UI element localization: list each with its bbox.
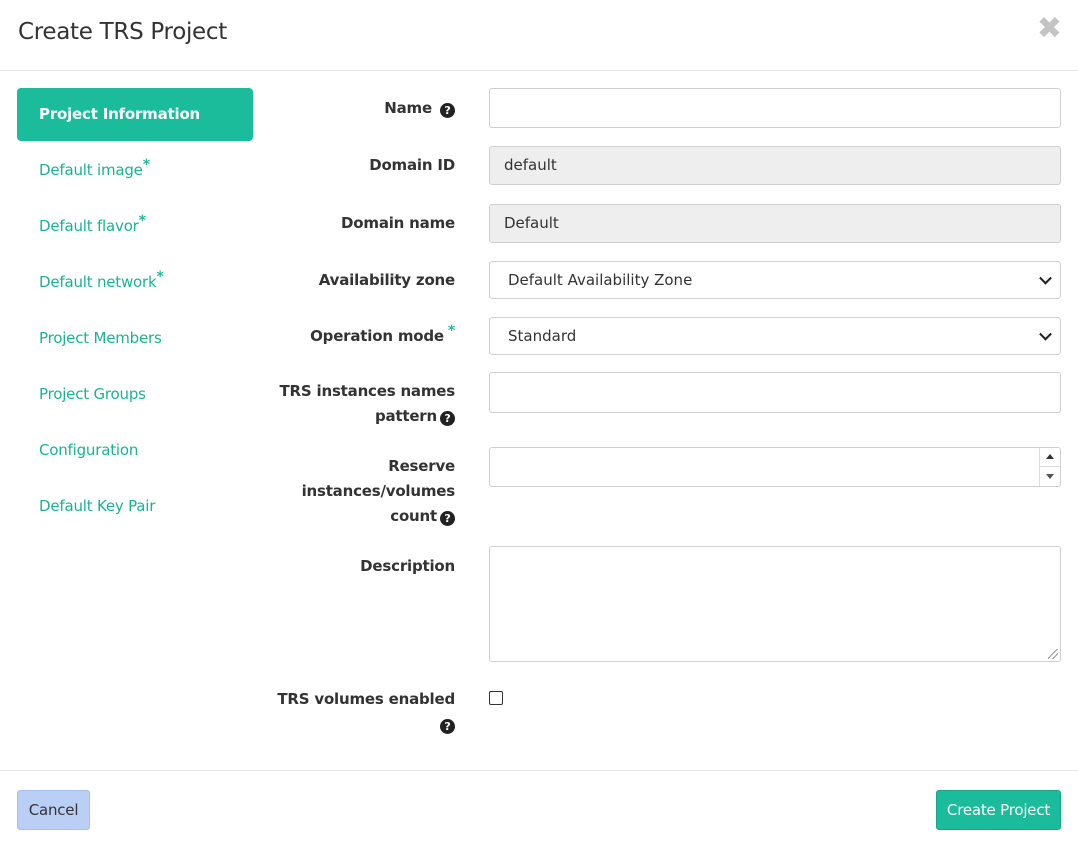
- sidebar-item-label: Default network: [39, 273, 157, 291]
- dialog-footer: Cancel Create Project: [0, 770, 1078, 846]
- volumes-enabled-checkbox[interactable]: [489, 691, 503, 705]
- sidebar-item-label: Project Members: [39, 329, 162, 347]
- dialog-title: Create TRS Project: [18, 19, 227, 45]
- sidebar-item-project-groups[interactable]: Project Groups: [17, 368, 253, 421]
- sidebar-item-default-flavor[interactable]: Default flavor*: [17, 200, 253, 253]
- operation-mode-label: Operation mode *: [255, 324, 455, 349]
- help-icon[interactable]: ?: [440, 719, 455, 734]
- required-marker: *: [142, 157, 150, 173]
- help-icon[interactable]: ?: [440, 411, 455, 426]
- description-label: Description: [360, 557, 455, 575]
- reserve-count-label-line3-wrap: count?: [255, 504, 455, 529]
- operation-mode-row: Operation mode * Standard: [270, 317, 1061, 355]
- domain-id-field: default: [489, 146, 1061, 185]
- reserve-count-label: Reserve instances/volumes count?: [255, 454, 455, 529]
- volumes-enabled-row: TRS volumes enabled ?: [270, 686, 1061, 741]
- sidebar-item-label: Project Groups: [39, 385, 146, 403]
- description-textarea[interactable]: [489, 546, 1061, 662]
- volumes-enabled-label: TRS volumes enabled ?: [255, 687, 455, 737]
- sidebar-item-label: Default Key Pair: [39, 497, 156, 515]
- availability-zone-row: Availability zone Default Availability Z…: [270, 261, 1061, 299]
- description-row: Description: [270, 546, 1061, 662]
- availability-zone-value: Default Availability Zone: [508, 271, 693, 289]
- volumes-enabled-help-wrap: ?: [255, 712, 455, 737]
- names-pattern-input[interactable]: [489, 372, 1061, 413]
- sidebar-item-default-image[interactable]: Default image*: [17, 144, 253, 197]
- sidebar-item-default-key-pair[interactable]: Default Key Pair: [17, 480, 253, 533]
- operation-mode-value: Standard: [508, 327, 577, 345]
- wizard-sidebar: Project Information Default image* Defau…: [17, 88, 253, 536]
- sidebar-item-label: Project Information: [39, 105, 201, 123]
- sidebar-item-configuration[interactable]: Configuration: [17, 424, 253, 477]
- volumes-enabled-label-text: TRS volumes enabled: [277, 690, 455, 708]
- name-label-text: Name: [384, 99, 432, 117]
- resize-handle-icon[interactable]: [1048, 649, 1058, 659]
- create-project-button[interactable]: Create Project: [936, 790, 1061, 830]
- names-pattern-label-line2-wrap: pattern?: [255, 404, 455, 429]
- sidebar-item-label: Configuration: [39, 441, 139, 459]
- help-icon[interactable]: ?: [440, 103, 455, 118]
- name-input[interactable]: [489, 88, 1061, 128]
- domain-id-row: Domain ID default: [270, 146, 1061, 185]
- required-marker: *: [447, 323, 455, 339]
- reserve-count-label-line3: count: [390, 507, 437, 525]
- sidebar-item-default-network[interactable]: Default network*: [17, 256, 253, 309]
- chevron-down-icon: [1039, 271, 1052, 285]
- names-pattern-row: TRS instances names pattern?: [270, 372, 1061, 432]
- reserve-count-label-line2: instances/volumes: [301, 482, 456, 500]
- spin-down-icon[interactable]: [1040, 467, 1060, 486]
- chevron-down-icon: [1039, 327, 1052, 341]
- sidebar-item-project-members[interactable]: Project Members: [17, 312, 253, 365]
- name-row: Name ?: [270, 88, 1061, 128]
- sidebar-item-label: Default image: [39, 161, 143, 179]
- domain-name-field: Default: [489, 204, 1061, 243]
- sidebar-item-project-information[interactable]: Project Information: [17, 88, 253, 141]
- help-icon[interactable]: ?: [440, 511, 455, 526]
- sidebar-item-label: Default flavor: [39, 217, 139, 235]
- create-project-dialog: Create TRS Project ✖ Project Information…: [0, 0, 1078, 846]
- domain-id-label: Domain ID: [369, 156, 455, 174]
- required-marker: *: [156, 269, 164, 285]
- dialog-header: Create TRS Project ✖: [0, 0, 1078, 71]
- reserve-count-input[interactable]: [489, 447, 1061, 487]
- required-marker: *: [138, 213, 146, 229]
- operation-mode-select[interactable]: Standard: [489, 317, 1061, 355]
- domain-name-label: Domain name: [341, 214, 455, 232]
- spin-up-icon[interactable]: [1040, 448, 1060, 467]
- name-label: Name ?: [255, 96, 455, 121]
- operation-mode-label-text: Operation mode: [310, 327, 444, 345]
- availability-zone-select[interactable]: Default Availability Zone: [489, 261, 1061, 299]
- reserve-count-row: Reserve instances/volumes count?: [270, 447, 1061, 532]
- domain-name-row: Domain name Default: [270, 204, 1061, 243]
- close-icon[interactable]: ✖: [1037, 14, 1062, 44]
- availability-zone-label: Availability zone: [318, 271, 455, 289]
- names-pattern-label-line2: pattern: [374, 407, 437, 425]
- reserve-count-label-line1: Reserve: [388, 457, 455, 475]
- names-pattern-label: TRS instances names pattern?: [255, 379, 455, 429]
- cancel-button[interactable]: Cancel: [17, 790, 90, 830]
- names-pattern-label-line1: TRS instances names: [279, 382, 456, 400]
- number-spinner: [1039, 448, 1060, 486]
